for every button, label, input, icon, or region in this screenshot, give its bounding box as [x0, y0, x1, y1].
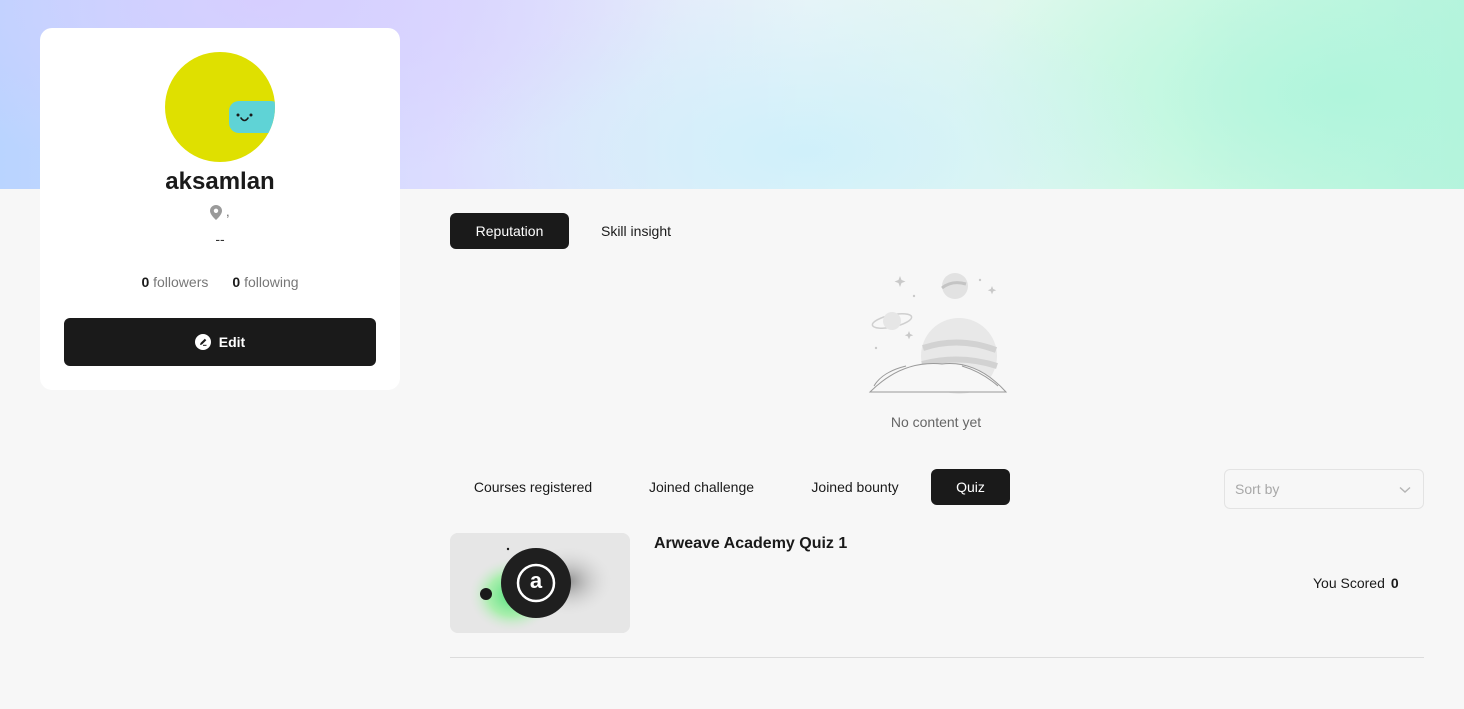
- tab-courses-registered[interactable]: Courses registered: [460, 469, 606, 505]
- bio: --: [215, 231, 225, 247]
- pencil-icon: [194, 334, 211, 350]
- arweave-logo-letter: a: [529, 568, 543, 593]
- list-divider: [450, 657, 1424, 658]
- score-label: You Scored: [1313, 575, 1385, 591]
- followers-count: 0: [141, 274, 150, 290]
- location-pin-icon: [210, 205, 223, 221]
- empty-state-text: No content yet: [890, 414, 982, 430]
- tab-reputation[interactable]: Reputation: [450, 213, 569, 249]
- followers-label: followers: [153, 274, 209, 290]
- following-link[interactable]: 0 following: [232, 274, 298, 290]
- score-value: 0: [1390, 575, 1399, 591]
- quiz-score: You Scored 0: [1313, 575, 1399, 591]
- follow-stats: 0 followers 0 following: [40, 274, 400, 290]
- edit-label: Edit: [218, 334, 246, 350]
- sort-by-placeholder: Sort by: [1235, 481, 1280, 497]
- profile-card: aksamlan , -- 0 followers 0 following Edi…: [40, 28, 400, 390]
- avatar-face-icon: [229, 101, 275, 133]
- tab-quiz[interactable]: Quiz: [931, 469, 1010, 505]
- location: ,: [40, 204, 400, 221]
- location-text: ,: [226, 204, 230, 219]
- sort-by-select[interactable]: Sort by: [1224, 469, 1424, 509]
- following-label: following: [244, 274, 299, 290]
- tab-skill-insight[interactable]: Skill insight: [580, 213, 692, 249]
- quiz-thumbnail[interactable]: a: [450, 533, 630, 633]
- tab-joined-challenge[interactable]: Joined challenge: [636, 469, 767, 505]
- edit-profile-button[interactable]: Edit: [64, 318, 376, 366]
- following-count: 0: [232, 274, 241, 290]
- empty-planet-illustration: [868, 273, 1008, 394]
- avatar: [165, 52, 275, 162]
- tab-joined-bounty[interactable]: Joined bounty: [797, 469, 913, 505]
- followers-link[interactable]: 0 followers: [141, 274, 208, 290]
- quiz-title[interactable]: Arweave Academy Quiz 1: [654, 535, 847, 553]
- username: aksamlan: [165, 168, 275, 195]
- chevron-down-icon: [1399, 481, 1411, 497]
